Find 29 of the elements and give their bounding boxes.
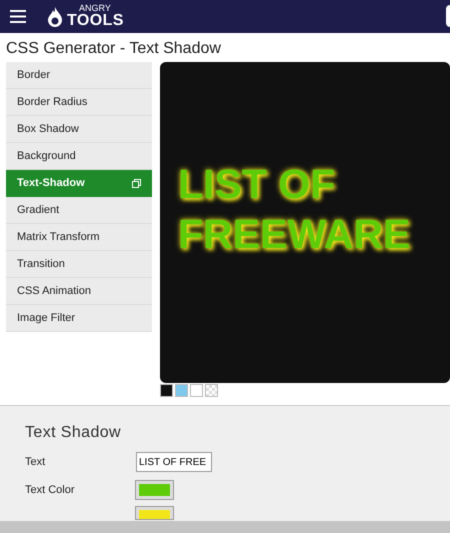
- sidebar-item[interactable]: Image Filter: [6, 305, 152, 332]
- text-field[interactable]: LIST OF FREE: [136, 452, 212, 472]
- sidebar-item[interactable]: Border Radius: [6, 89, 152, 116]
- sidebar-item[interactable]: Matrix Transform: [6, 224, 152, 251]
- scrollbar[interactable]: [0, 521, 450, 533]
- preview-text: FREEWARE: [178, 210, 410, 258]
- color-swatch[interactable]: [160, 384, 173, 397]
- sidebar-item[interactable]: Transition: [6, 251, 152, 278]
- sidebar-item[interactable]: CSS Animation: [6, 278, 152, 305]
- sidebar-item[interactable]: Background: [6, 143, 152, 170]
- preview-text: LIST OF: [178, 160, 336, 208]
- logo-text: ANGRY: [79, 4, 112, 13]
- sidebar-item[interactable]: Text-Shadow: [6, 170, 152, 197]
- color-picker[interactable]: [136, 481, 173, 499]
- field-label: Text: [25, 454, 46, 470]
- transparent-swatch[interactable]: [205, 384, 218, 397]
- sidebar-item[interactable]: Gradient: [6, 197, 152, 224]
- panel-title: Text Shadow: [25, 423, 122, 443]
- menu-icon[interactable]: [10, 10, 26, 23]
- flame-logo-icon: [48, 6, 62, 26]
- sidebar-item[interactable]: Border: [6, 62, 152, 89]
- windows-icon: [132, 178, 141, 188]
- color-picker[interactable]: [136, 507, 173, 519]
- sidebar-item[interactable]: Box Shadow: [6, 116, 152, 143]
- color-swatch[interactable]: [190, 384, 203, 397]
- field-label: Text Color: [25, 482, 76, 498]
- page-title: CSS Generator - Text Shadow: [6, 39, 222, 59]
- color-swatch[interactable]: [175, 384, 188, 397]
- logo-text: TOOLS: [67, 13, 124, 29]
